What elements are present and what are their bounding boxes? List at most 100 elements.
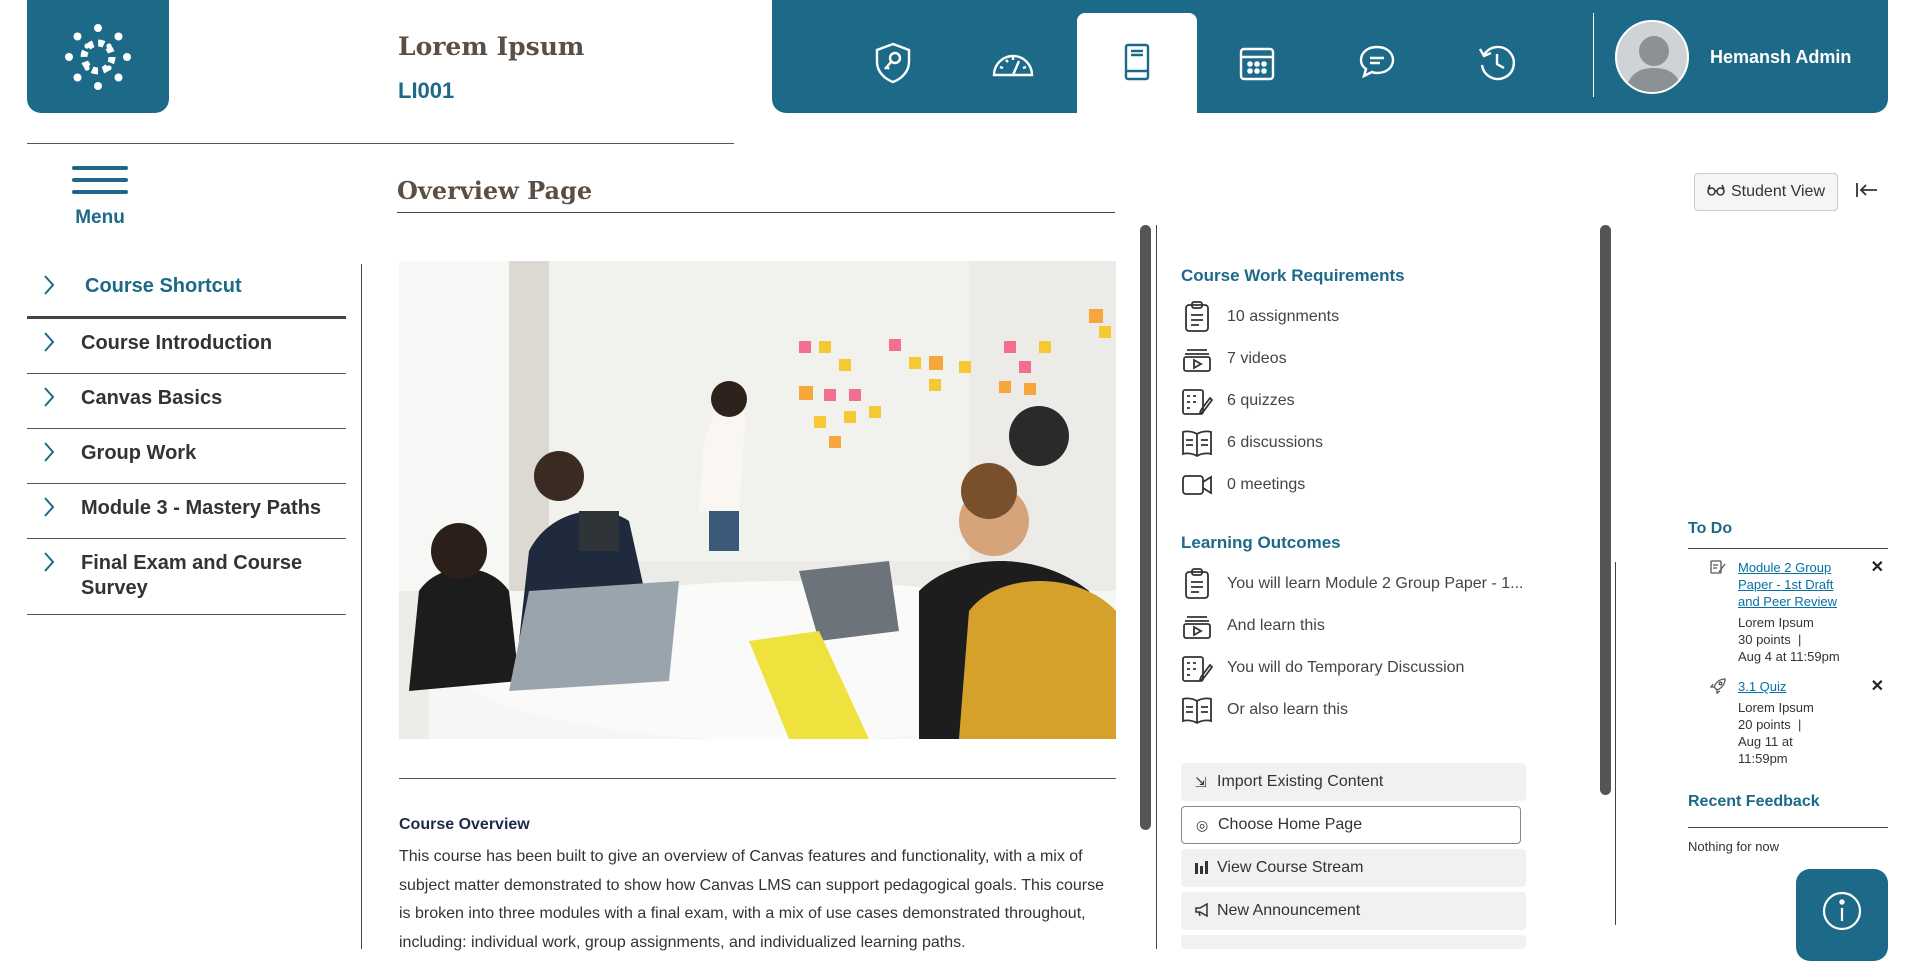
outcome-item: Or also learn this: [1181, 694, 1348, 726]
outcome-item: You will learn Module 2 Group Paper - 1.…: [1181, 568, 1523, 600]
shield-key-icon: [875, 42, 911, 84]
todo-course: Lorem Ipsum: [1738, 700, 1814, 715]
discussion-icon: [1181, 694, 1213, 726]
book-icon: [1124, 43, 1150, 81]
sidebar-item-label: Module 3 - Mastery Paths: [81, 497, 322, 519]
collapse-sidebar-icon[interactable]: [1856, 178, 1878, 204]
nav-admin-button[interactable]: [833, 13, 953, 113]
sidebar-item-module-3[interactable]: Module 3 - Mastery Paths: [27, 484, 346, 539]
quiz-icon: [1181, 385, 1213, 417]
rocket-icon: [1709, 678, 1726, 698]
todo-points: 30 points: [1738, 632, 1791, 647]
global-nav: Hemansh Admin: [772, 0, 1888, 113]
todo-item: Module 2 Group Paper - 1st Draft and Pee…: [1710, 559, 1884, 665]
assignment-icon: [1181, 301, 1213, 333]
video-icon: [1181, 610, 1213, 642]
import-content-button[interactable]: ⇲ Import Existing Content: [1181, 763, 1526, 801]
nav-courses-button[interactable]: [1077, 13, 1197, 113]
nav-calendar-button[interactable]: [1197, 13, 1317, 113]
outcome-label: Or also learn this: [1227, 701, 1348, 718]
nav-separator: [1593, 13, 1594, 97]
student-view-button[interactable]: Student View: [1694, 173, 1838, 211]
dismiss-icon[interactable]: ✕: [1871, 559, 1884, 576]
sidebar-item-course-introduction[interactable]: Course Introduction: [27, 319, 346, 374]
hamburger-icon: [72, 166, 128, 194]
sidebar-divider: [361, 264, 362, 949]
course-sidebar: Course Shortcut Course Introduction Canv…: [27, 262, 346, 615]
todo-meta: 20 points |: [1738, 717, 1802, 732]
more-action-button[interactable]: [1181, 935, 1526, 949]
info-button[interactable]: [1796, 869, 1888, 961]
recent-feedback-title: Recent Feedback: [1688, 793, 1820, 810]
todo-due: Aug 11 at 11:59pm: [1738, 734, 1793, 766]
requirement-videos: 7 videos: [1181, 343, 1287, 375]
sidebar-scrollbar[interactable]: [1600, 225, 1611, 795]
outcome-label: You will do Temporary Discussion: [1227, 659, 1465, 676]
quiz-icon: [1181, 652, 1213, 684]
sidebar-item-label: Course Introduction: [81, 332, 273, 354]
assignment-icon: [1181, 568, 1213, 600]
todo-points: 20 points: [1738, 717, 1791, 732]
new-announcement-button[interactable]: New Announcement: [1181, 892, 1526, 930]
recent-feedback-rule: [1688, 827, 1888, 828]
recent-feedback-empty: Nothing for now: [1688, 839, 1780, 854]
choose-home-page-button[interactable]: ◎ Choose Home Page: [1181, 806, 1521, 844]
outcome-label: You will learn Module 2 Group Paper - 1.…: [1227, 575, 1524, 592]
assignment-edit-icon: [1710, 559, 1726, 579]
student-view-label: Student View: [1731, 183, 1825, 200]
sidebar-item-final-exam[interactable]: Final Exam and Course Survey: [27, 539, 346, 615]
action-label: View Course Stream: [1217, 859, 1364, 876]
course-code: LI001: [398, 78, 455, 103]
requirement-meetings: 0 meetings: [1181, 469, 1305, 501]
content-scrollbar[interactable]: [1140, 225, 1151, 830]
outcome-item: You will do Temporary Discussion: [1181, 652, 1464, 684]
requirement-label: 6 quizzes: [1227, 392, 1295, 409]
megaphone-icon: [1195, 902, 1211, 920]
view-course-stream-button[interactable]: View Course Stream: [1181, 849, 1526, 887]
requirement-discussions: 6 discussions: [1181, 427, 1323, 459]
header-divider: [27, 143, 734, 144]
sidebar-item-label: Group Work: [81, 442, 197, 464]
right-divider: [1615, 562, 1616, 925]
todo-item: 3.1 Quiz Lorem Ipsum 20 points | Aug 11 …: [1709, 678, 1884, 767]
sidebar-item-canvas-basics[interactable]: Canvas Basics: [27, 374, 346, 429]
todo-meta: 30 points |: [1738, 632, 1802, 647]
column-divider: [1156, 225, 1157, 949]
nav-inbox-button[interactable]: [1317, 13, 1437, 113]
chevron-right-icon: [43, 331, 67, 360]
nav-dashboard-button[interactable]: [953, 13, 1073, 113]
requirement-label: 0 meetings: [1227, 476, 1306, 493]
bar-chart-icon: [1195, 860, 1211, 877]
todo-link[interactable]: Module 2 Group Paper - 1st Draft and Pee…: [1738, 559, 1853, 610]
calendar-icon: [1239, 47, 1275, 81]
requirement-quizzes: 6 quizzes: [1181, 385, 1295, 417]
sidebar-item-label: Course Shortcut: [85, 275, 242, 297]
action-label: Choose Home Page: [1218, 816, 1363, 833]
sidebar-item-course-shortcut[interactable]: Course Shortcut: [27, 262, 346, 319]
dismiss-icon[interactable]: ✕: [1871, 678, 1884, 695]
avatar[interactable]: [1615, 20, 1689, 94]
outcomes-title: Learning Outcomes: [1181, 533, 1341, 552]
todo-link[interactable]: 3.1 Quiz: [1738, 678, 1853, 695]
requirements-title: Course Work Requirements: [1181, 266, 1405, 285]
menu-toggle-button[interactable]: Menu: [72, 166, 128, 229]
import-icon: ⇲: [1195, 773, 1207, 790]
canvas-logo[interactable]: [27, 0, 169, 113]
video-icon: [1181, 343, 1213, 375]
action-label: New Announcement: [1217, 902, 1361, 919]
todo-rule: [1688, 548, 1888, 549]
team-meeting-photo: [399, 261, 1116, 739]
todo-course: Lorem Ipsum: [1738, 615, 1814, 630]
sidebar-item-label: Final Exam and Course Survey: [81, 552, 303, 599]
sidebar-item-group-work[interactable]: Group Work: [27, 429, 346, 484]
chevron-right-icon: [43, 274, 67, 303]
nav-history-button[interactable]: [1437, 13, 1557, 113]
meeting-icon: [1181, 469, 1213, 501]
user-name[interactable]: Hemansh Admin: [1710, 47, 1851, 68]
hero-image: [399, 261, 1116, 739]
chevron-right-icon: [43, 551, 67, 580]
outcome-label: And learn this: [1227, 617, 1325, 634]
menu-label: Menu: [75, 207, 125, 228]
user-silhouette-icon: [1625, 36, 1683, 92]
todo-title: To Do: [1688, 520, 1733, 537]
